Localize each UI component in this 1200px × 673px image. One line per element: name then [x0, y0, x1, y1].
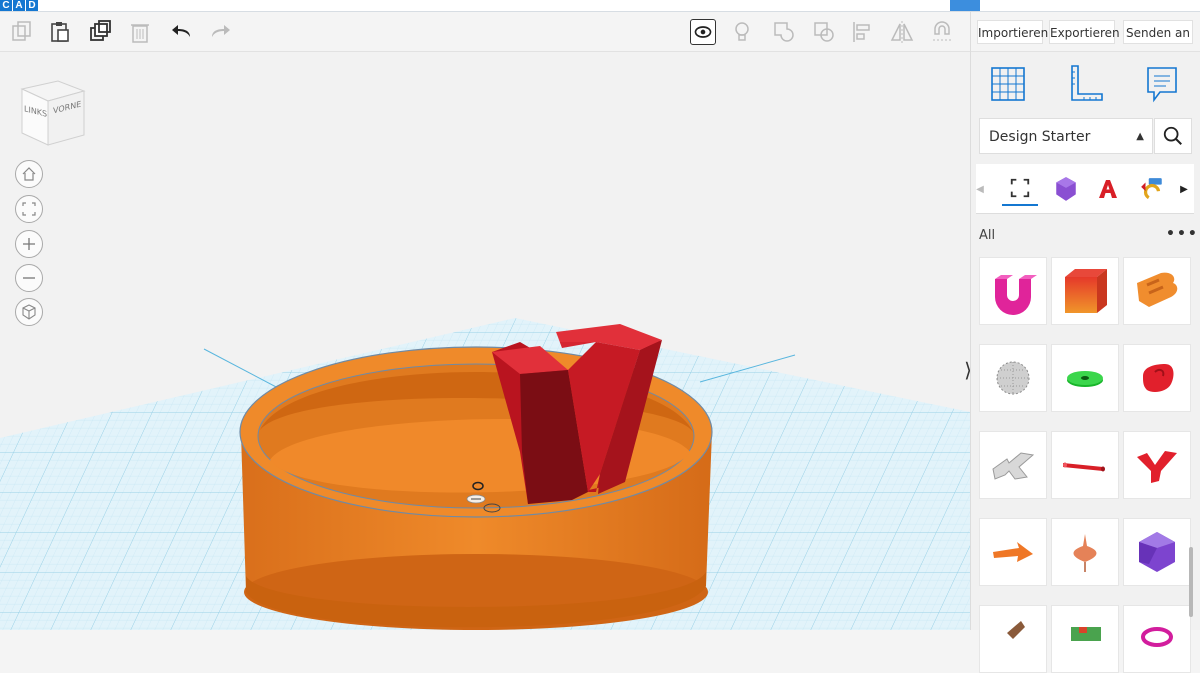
tab-connectors[interactable]	[1134, 172, 1170, 206]
letter-b-shape-icon	[1137, 272, 1178, 307]
arrow-shape-icon	[993, 542, 1033, 562]
logo-letter-d: D	[26, 0, 38, 11]
shape-tile-cone[interactable]	[1051, 518, 1119, 586]
plus-icon	[23, 238, 35, 250]
connectors-icon	[1141, 178, 1162, 200]
tab-basic-shapes[interactable]	[1002, 172, 1038, 206]
magnet-icon[interactable]	[928, 18, 956, 46]
heart-box-icon	[1143, 364, 1174, 392]
right-panel: Importieren Exportieren Senden an Design…	[970, 12, 1200, 673]
shape-tile-y[interactable]	[1123, 431, 1191, 499]
category-tabs: ◀ ▶	[976, 164, 1194, 214]
shape-tile-sphere[interactable]	[979, 344, 1047, 412]
shape-tile-heart[interactable]	[1123, 344, 1191, 412]
rod-icon	[1063, 462, 1105, 472]
shape-tile-rod[interactable]	[1051, 431, 1119, 499]
export-button[interactable]: Exportieren	[1049, 20, 1120, 44]
shape-tile-more-2[interactable]	[1051, 605, 1119, 673]
tab-text[interactable]	[1090, 172, 1126, 206]
more-options-icon[interactable]: •••	[1166, 226, 1199, 242]
ruler-icon[interactable]	[1068, 64, 1104, 104]
frame-icon	[1010, 178, 1030, 198]
panel-scrollbar[interactable]	[1189, 547, 1193, 617]
letter-y-icon	[1137, 451, 1177, 483]
view-3d-tab[interactable]	[950, 0, 980, 11]
shape-tile-more-3[interactable]	[1123, 605, 1191, 673]
grid-icon[interactable]	[990, 64, 1026, 104]
search-button[interactable]	[1154, 118, 1192, 154]
group-icon[interactable]	[770, 18, 798, 46]
minus-icon	[23, 277, 35, 279]
letter-u-shape-icon	[995, 275, 1037, 315]
shape-tile-arrow[interactable]	[979, 518, 1047, 586]
brown-shape-icon	[1007, 621, 1025, 639]
undo-icon[interactable]	[168, 18, 196, 46]
shape-tile-u[interactable]	[979, 257, 1047, 325]
home-view-button[interactable]	[15, 160, 43, 188]
workplane-viewport[interactable]: LINKS VORNE	[0, 52, 970, 630]
action-bar: Importieren Exportieren Senden an	[971, 12, 1200, 52]
note-icon[interactable]	[1144, 64, 1180, 104]
eye-icon[interactable]	[690, 19, 716, 45]
sphere-icon	[996, 361, 1030, 395]
app-logo[interactable]: C A D	[0, 0, 38, 11]
view-cube[interactable]: LINKS VORNE	[20, 77, 90, 157]
paste-icon[interactable]	[46, 18, 74, 46]
zoom-in-button[interactable]	[15, 230, 43, 258]
box-shape-icon	[1065, 269, 1107, 313]
redo-icon[interactable]	[206, 18, 234, 46]
chevron-left-icon[interactable]: ◀	[970, 172, 990, 206]
shape-tile-box[interactable]	[1051, 257, 1119, 325]
panel-tools-row	[971, 52, 1200, 116]
top-strip: C A D	[0, 0, 1200, 12]
chevron-right-icon[interactable]: ▶	[1176, 172, 1192, 206]
duplicate-icon[interactable]	[86, 18, 114, 46]
mirror-icon[interactable]	[888, 18, 916, 46]
shape-tile-disc[interactable]	[1051, 344, 1119, 412]
cube-icon	[22, 304, 36, 320]
logo-letter-a: A	[13, 0, 25, 11]
trash-icon[interactable]	[126, 18, 154, 46]
dropdown-arrows-icon: ▲	[1136, 131, 1144, 142]
zoom-out-button[interactable]	[15, 264, 43, 292]
shape-tile-icosahedron[interactable]	[1123, 518, 1191, 586]
shape-tile-b[interactable]	[1123, 257, 1191, 325]
lightbulb-icon[interactable]	[728, 18, 756, 46]
workplane-scene[interactable]	[0, 52, 970, 630]
orthographic-button[interactable]	[15, 298, 43, 326]
home-icon	[22, 167, 36, 181]
align-icon[interactable]	[848, 18, 876, 46]
section-label: All	[979, 228, 996, 243]
send-to-button[interactable]: Senden an	[1123, 20, 1193, 44]
copy-icon[interactable]	[8, 18, 36, 46]
icosahedron-icon	[1139, 532, 1175, 572]
shape-tile-more-1[interactable]	[979, 605, 1047, 673]
library-selected: Design Starter	[989, 129, 1091, 145]
edit-toolbar	[0, 12, 970, 52]
ungroup-icon[interactable]	[810, 18, 838, 46]
letter-k-shape-icon	[992, 452, 1035, 480]
import-button[interactable]: Importieren	[977, 20, 1048, 44]
shape-tile-k[interactable]	[979, 431, 1047, 499]
polyhedron-icon	[1056, 177, 1076, 201]
cone-icon	[1073, 534, 1097, 572]
fit-view-button[interactable]	[15, 195, 43, 223]
logo-letter-c: C	[0, 0, 12, 11]
library-dropdown[interactable]: Design Starter ▲	[979, 118, 1153, 154]
tab-polyhedron[interactable]	[1048, 172, 1084, 206]
ring-icon	[1141, 627, 1173, 647]
search-icon	[1163, 126, 1182, 145]
letter-a-icon	[1099, 180, 1117, 198]
colorful-block-icon	[1071, 627, 1101, 641]
fit-icon	[22, 202, 36, 216]
disc-icon	[1067, 371, 1103, 387]
